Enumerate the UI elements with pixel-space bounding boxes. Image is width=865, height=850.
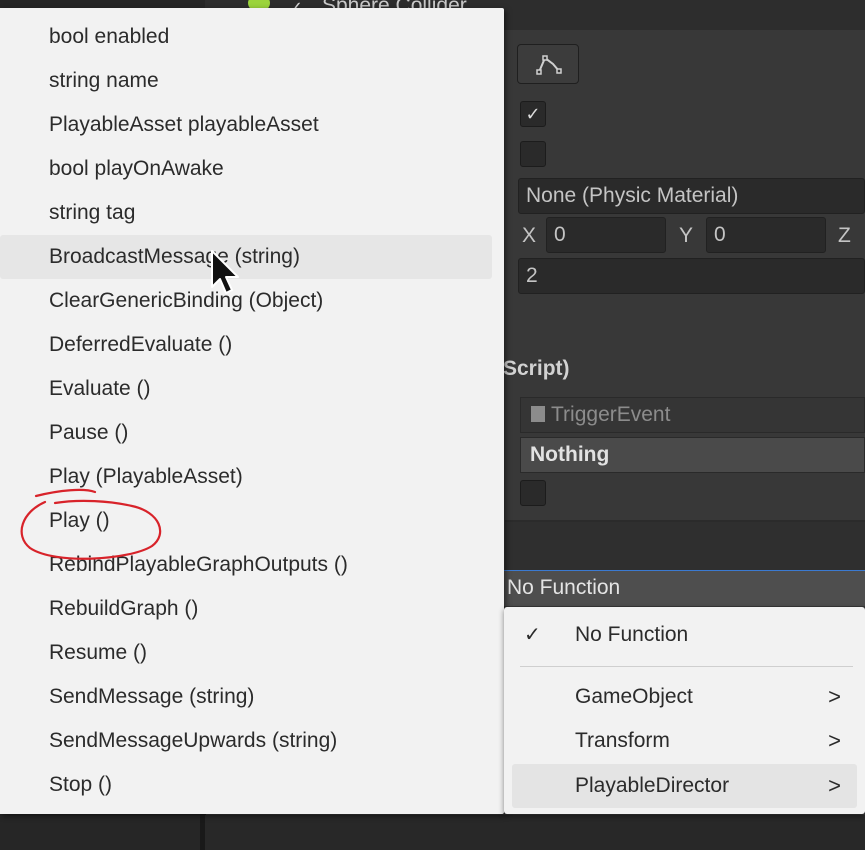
mouse-cursor-icon [211, 250, 239, 294]
red-circle-annotation [20, 488, 162, 560]
